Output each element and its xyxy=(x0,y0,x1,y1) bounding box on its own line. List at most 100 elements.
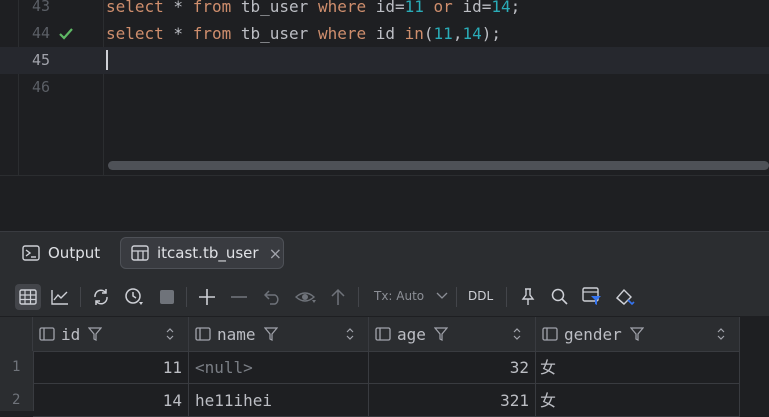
line-number: 44 xyxy=(31,24,50,42)
toolbar-separator xyxy=(80,287,81,307)
tx-mode-dropdown[interactable]: Tx: Auto xyxy=(374,286,448,306)
sort-icon[interactable] xyxy=(513,328,521,340)
sql-text: tb_user xyxy=(231,24,318,43)
sql-keyword: from xyxy=(192,24,232,43)
code-line[interactable]: select * from tb_user where id in(11,14)… xyxy=(106,20,501,47)
sql-text: ); xyxy=(481,24,501,43)
column-name: gender xyxy=(564,324,622,344)
sql-keyword: where xyxy=(317,0,367,16)
column-header-age[interactable]: age xyxy=(369,317,536,351)
filter-icon[interactable] xyxy=(629,327,644,341)
editor-line-45[interactable]: 45 xyxy=(0,47,769,74)
sql-editor[interactable]: 43 select * from tb_user where id=11 or … xyxy=(0,0,769,175)
sort-icon[interactable] xyxy=(166,328,174,340)
editor-line-43[interactable]: 43 select * from tb_user where id=11 or … xyxy=(0,0,769,20)
filter-icon[interactable] xyxy=(263,327,278,341)
results-toolbar: Tx: Auto DDL xyxy=(0,276,769,316)
sql-number: 14 xyxy=(462,24,482,43)
filter-table-icon[interactable] xyxy=(580,284,606,310)
column-name: id xyxy=(61,324,81,344)
tx-mode-label: Tx: Auto xyxy=(374,289,425,303)
line-number: 43 xyxy=(31,0,50,15)
column-header-id[interactable]: id xyxy=(33,317,189,351)
delete-row-icon[interactable] xyxy=(226,284,252,310)
submit-icon[interactable] xyxy=(325,284,351,310)
horizontal-scrollbar[interactable] xyxy=(108,161,769,170)
sql-text: id= xyxy=(452,0,492,16)
column-icon xyxy=(542,327,558,341)
toolbar-separator xyxy=(456,287,457,307)
sql-text: tb_user xyxy=(231,0,318,16)
row-number-column: 1 2 xyxy=(0,351,34,411)
code-line[interactable]: select * from tb_user where id=11 or id=… xyxy=(106,0,520,20)
row-number[interactable]: 1 xyxy=(0,351,33,384)
column-name: name xyxy=(217,324,256,344)
sql-text: ; xyxy=(510,0,521,16)
ddl-button[interactable]: DDL xyxy=(468,286,493,306)
toolbar-separator xyxy=(506,287,507,307)
search-icon[interactable] xyxy=(547,284,573,310)
history-icon[interactable] xyxy=(121,284,147,310)
sql-keyword: where xyxy=(317,24,367,43)
sql-keyword: or xyxy=(433,0,453,16)
filter-icon[interactable] xyxy=(433,327,448,341)
results-grid[interactable]: id name age gender 1 2 11 <null> 32 女 14… xyxy=(0,317,769,417)
tool-window-tabs: Output itcast.tb_user × xyxy=(0,231,769,276)
sql-text: , xyxy=(452,24,463,43)
table-icon xyxy=(131,245,149,261)
column-header-gender[interactable]: gender xyxy=(536,317,740,351)
column-icon xyxy=(375,327,391,341)
column-header-name[interactable]: name xyxy=(189,317,369,351)
line-number: 45 xyxy=(31,51,50,69)
sql-text: * xyxy=(163,0,193,16)
sql-number: 14 xyxy=(491,0,511,16)
cell-gender[interactable]: 女 xyxy=(536,351,740,384)
table-view-icon[interactable] xyxy=(15,284,41,310)
cell-name[interactable]: he11ihei xyxy=(189,384,369,417)
pin-icon[interactable] xyxy=(515,284,541,310)
toolbar-separator xyxy=(186,287,187,307)
preview-changes-icon[interactable] xyxy=(293,284,319,310)
cell-age[interactable]: 321 xyxy=(369,384,536,417)
sql-text: id= xyxy=(366,0,405,16)
sql-keyword: select xyxy=(106,24,164,43)
sql-number: 11 xyxy=(404,0,424,16)
refresh-icon[interactable] xyxy=(88,284,114,310)
line-number: 46 xyxy=(31,78,50,96)
cell-name[interactable]: <null> xyxy=(189,351,369,384)
row-number-header xyxy=(0,317,33,351)
panel-splitter[interactable] xyxy=(0,175,769,231)
column-name: age xyxy=(397,324,426,344)
tab-output[interactable]: Output xyxy=(14,237,116,269)
sort-icon[interactable] xyxy=(346,328,354,340)
cell-id[interactable]: 11 xyxy=(33,351,189,384)
sql-text: ( xyxy=(423,24,434,43)
cell-age[interactable]: 32 xyxy=(369,351,536,384)
tab-itcast-tb-user[interactable]: itcast.tb_user × xyxy=(120,237,284,269)
close-icon[interactable]: × xyxy=(269,244,282,263)
tab-label: Output xyxy=(48,244,101,262)
chevron-down-icon xyxy=(436,292,448,299)
editor-line-44[interactable]: 44 select * from tb_user where id in(11,… xyxy=(0,20,769,47)
tab-label: itcast.tb_user xyxy=(157,244,259,262)
toolbar-separator xyxy=(358,287,359,307)
sql-number: 11 xyxy=(433,24,453,43)
sort-icon[interactable] xyxy=(717,328,725,340)
editor-line-46[interactable]: 46 xyxy=(0,74,769,101)
row-number[interactable]: 2 xyxy=(0,384,33,417)
cell-gender[interactable]: 女 xyxy=(536,384,740,417)
filter-icon[interactable] xyxy=(88,327,103,341)
column-icon xyxy=(39,327,55,341)
output-console-icon xyxy=(22,245,40,261)
sql-keyword: select xyxy=(106,0,164,16)
text-caret xyxy=(106,50,108,70)
clear-format-icon[interactable] xyxy=(612,284,638,310)
grid-header: id name age gender xyxy=(0,317,740,352)
sql-keyword: in xyxy=(404,24,424,43)
cell-id[interactable]: 14 xyxy=(33,384,189,417)
revert-icon[interactable] xyxy=(260,284,286,310)
sql-text: * xyxy=(163,24,193,43)
stop-icon[interactable] xyxy=(154,284,180,310)
chart-view-icon[interactable] xyxy=(47,284,73,310)
add-row-icon[interactable] xyxy=(194,284,220,310)
